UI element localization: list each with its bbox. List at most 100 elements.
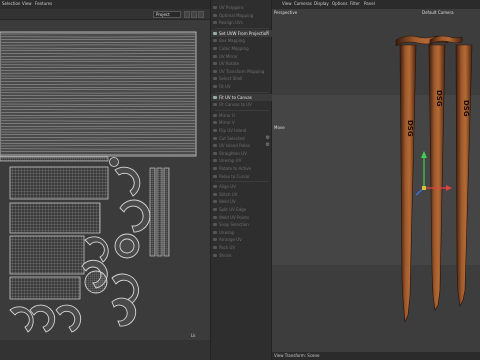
command-icon bbox=[213, 62, 217, 66]
gear-icon[interactable]: ⚙ bbox=[266, 142, 270, 149]
projection-dropdown[interactable]: Project bbox=[153, 11, 181, 18]
command-label: Fit UV to Canvas bbox=[219, 94, 252, 100]
command-label: UV Island Relax bbox=[219, 143, 251, 149]
command-separator bbox=[215, 109, 269, 111]
command-item[interactable]: Pack UV bbox=[211, 244, 273, 251]
command-icon bbox=[213, 246, 217, 249]
command-item[interactable]: Arrange UV bbox=[211, 236, 273, 243]
uv-toolbar: Project bbox=[0, 9, 210, 20]
command-item[interactable]: Unwrap UV bbox=[211, 157, 273, 164]
stump-middle[interactable]: DSG bbox=[428, 44, 446, 311]
command-label: Shrink bbox=[219, 252, 232, 258]
command-icon bbox=[213, 230, 217, 234]
command-item[interactable]: UV Transform Mapping bbox=[211, 68, 273, 75]
uv-command-panel: UV Polygons Optimal Mapping Realign UVs Set… bbox=[210, 0, 273, 360]
command-label: Select Shell bbox=[219, 76, 243, 82]
menu-selection[interactable]: Selection bbox=[2, 1, 20, 6]
uv-shell-circle-small[interactable] bbox=[109, 157, 119, 167]
command-item[interactable]: Fit UV to Canvas bbox=[211, 93, 273, 101]
command-item[interactable]: Realign UVs bbox=[211, 19, 273, 26]
command-item[interactable]: Mirror U bbox=[211, 112, 273, 119]
command-item[interactable]: UV Rotate bbox=[211, 60, 273, 67]
command-label: UV Rotate bbox=[219, 61, 240, 67]
command-label: Flip UV Island bbox=[219, 128, 247, 133]
uv-shell-vertical-strips[interactable] bbox=[149, 167, 170, 257]
command-item[interactable]: Flip UV Island bbox=[211, 127, 273, 134]
command-label: Pack UV bbox=[219, 245, 236, 250]
menu-view[interactable]: View bbox=[22, 1, 32, 6]
command-label: Optimal Mapping bbox=[219, 12, 254, 18]
command-icon bbox=[213, 238, 217, 242]
command-icon bbox=[213, 151, 217, 155]
command-icon bbox=[213, 159, 217, 163]
toolbar-button[interactable] bbox=[198, 11, 204, 18]
viewport-scene[interactable]: DSG DSG DSG bbox=[272, 0, 480, 352]
command-item[interactable]: Rotate to Active bbox=[211, 165, 273, 172]
command-item[interactable]: Box Mapping bbox=[211, 37, 273, 44]
command-item[interactable]: UV Mirror bbox=[211, 53, 273, 60]
command-item[interactable]: Optimal Mapping bbox=[211, 12, 273, 19]
command-item[interactable]: Set UVW From Projection ⚙ bbox=[211, 29, 273, 37]
uv-canvas[interactable] bbox=[0, 20, 210, 340]
command-item[interactable]: Shrink bbox=[211, 252, 273, 259]
command-icon bbox=[213, 253, 217, 257]
stump-logo: DSG bbox=[462, 100, 470, 117]
uv-shell-strip[interactable] bbox=[0, 156, 109, 162]
command-item[interactable]: UV Polygons bbox=[211, 4, 273, 11]
viewport-3d[interactable]: View Cameras Display Options Filter Pane… bbox=[272, 0, 480, 360]
stump-logo: DSG bbox=[406, 120, 414, 137]
command-item[interactable]: Straighten UV bbox=[211, 150, 273, 157]
command-item[interactable]: Weld UV bbox=[211, 198, 273, 205]
command-item[interactable]: Align UV bbox=[211, 183, 273, 190]
toolbar-button[interactable] bbox=[191, 11, 197, 18]
command-icon bbox=[213, 85, 217, 88]
command-label: UV Polygons bbox=[219, 5, 244, 10]
stump-left[interactable]: DSG bbox=[399, 44, 417, 323]
command-icon bbox=[213, 192, 217, 196]
command-item[interactable]: Select Shell bbox=[211, 75, 273, 82]
command-item[interactable]: Fit UV bbox=[211, 83, 273, 90]
command-label: Mirror U bbox=[219, 112, 235, 118]
command-item[interactable]: Cut Selected ⚙ bbox=[211, 135, 273, 142]
uv-scroll-marker[interactable]: Lk bbox=[191, 333, 196, 338]
command-item[interactable]: Mirror V bbox=[211, 119, 273, 126]
gear-icon[interactable]: ⚙ bbox=[266, 30, 270, 37]
stump-right[interactable]: DSG bbox=[455, 44, 473, 307]
command-label: Straighten UV bbox=[219, 150, 247, 156]
command-label: Weld UV Points bbox=[219, 214, 250, 220]
bails-model[interactable] bbox=[395, 35, 463, 47]
command-item[interactable]: Fit Canvas to UV bbox=[211, 101, 273, 108]
command-icon bbox=[213, 136, 217, 140]
command-label: Snap Selection bbox=[219, 222, 249, 228]
command-label: Set UVW From Projection bbox=[219, 30, 269, 36]
uv-shell-top[interactable] bbox=[0, 31, 197, 157]
menu-features[interactable]: Features bbox=[35, 1, 52, 6]
uv-shell-grid-3[interactable] bbox=[9, 235, 85, 275]
command-label: Box Mapping bbox=[219, 38, 245, 44]
command-item[interactable]: Stitch UV bbox=[211, 191, 273, 198]
command-icon bbox=[213, 54, 217, 58]
uv-shell-grid-4[interactable] bbox=[9, 276, 81, 300]
toolbar-button[interactable] bbox=[184, 11, 190, 18]
command-item[interactable]: Weld UV Points bbox=[211, 214, 273, 221]
command-item[interactable]: Unwrap bbox=[211, 229, 273, 236]
command-item[interactable]: Cubic Mapping bbox=[211, 45, 273, 52]
command-separator bbox=[215, 91, 269, 93]
command-icon bbox=[213, 103, 217, 107]
command-icon bbox=[213, 174, 217, 178]
command-item[interactable]: Relax to Cursor bbox=[211, 173, 273, 180]
command-icon bbox=[213, 129, 217, 132]
uv-shell-grid-1[interactable] bbox=[9, 166, 109, 200]
command-item[interactable]: Split UV Edge bbox=[211, 206, 273, 213]
command-icon bbox=[213, 121, 217, 125]
command-item[interactable]: Snap Selection bbox=[211, 221, 273, 228]
command-label: Rotate to Active bbox=[219, 166, 252, 171]
command-icon bbox=[213, 208, 217, 211]
command-separator bbox=[215, 27, 269, 29]
uv-shell-grid-2[interactable] bbox=[9, 202, 101, 234]
command-label: UV Transform Mapping bbox=[219, 68, 265, 74]
command-icon bbox=[213, 69, 217, 73]
command-icon bbox=[213, 223, 217, 227]
command-item[interactable]: UV Island Relax ⚙ bbox=[211, 142, 273, 149]
gear-icon[interactable]: ⚙ bbox=[266, 135, 270, 142]
